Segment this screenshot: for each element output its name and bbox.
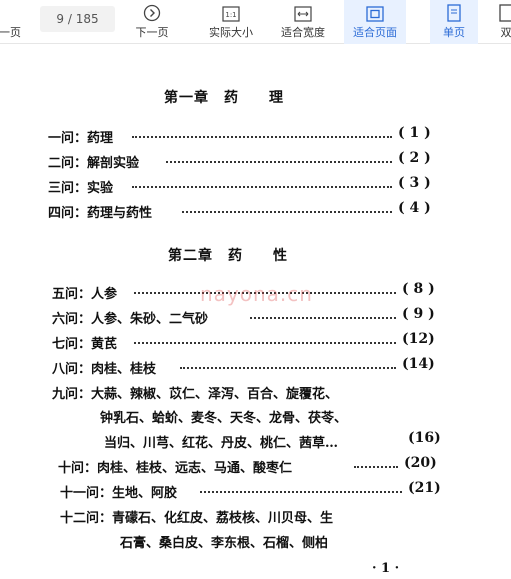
chapter-2-title: 第二章 药 性 — [168, 248, 288, 264]
fit-page-button[interactable]: 适合页面 — [344, 0, 406, 44]
toc-entry[interactable]: 三问：实验 — [48, 177, 113, 196]
next-page-button[interactable]: 下一页 — [128, 0, 176, 44]
page-footer-number: · 1 · — [372, 561, 400, 576]
actual-size-button[interactable]: 1:1 实际大小 — [202, 0, 260, 44]
leader-dots — [250, 317, 396, 319]
actual-size-label: 实际大小 — [209, 26, 253, 39]
entry-continuation: 钟乳石、蛤蚧、麦冬、天冬、龙骨、茯苓、 — [100, 411, 348, 426]
entry-continuation: 当归、川芎、红花、丹皮、桃仁、茜草… — [104, 436, 339, 451]
single-page-icon — [447, 4, 461, 22]
leader-dots — [132, 186, 392, 188]
double-page-label: 双 — [500, 26, 511, 39]
question-number: 五问： — [52, 287, 92, 302]
entry-title: 青礞石、化红皮、荔枝核、川贝母、生 — [112, 511, 334, 526]
question-number: 九问： — [52, 387, 92, 402]
single-page-label: 单页 — [443, 26, 465, 39]
entry-title: 药理 — [87, 131, 114, 146]
question-number: 七问： — [52, 337, 92, 352]
entry-title: 人参 — [91, 287, 118, 302]
question-number: 十一问： — [60, 486, 113, 501]
toc-entry[interactable]: 五问：人参 — [52, 283, 117, 302]
entry-continuation: 石膏、桑白皮、李东根、石榴、侧柏 — [120, 536, 329, 551]
prev-page-label: 一页 — [0, 26, 21, 39]
leader-dots — [132, 136, 392, 138]
fit-page-label: 适合页面 — [353, 26, 397, 39]
toc-entry[interactable]: 二问：解剖实验 — [48, 152, 139, 171]
prev-page-button[interactable]: 一页 — [0, 0, 24, 44]
page-ref: ( 1 ) — [398, 125, 431, 141]
leader-dots — [354, 466, 398, 468]
entry-title: 肉桂、桂枝 — [91, 362, 157, 377]
watermark: nayona.cn — [200, 282, 313, 306]
question-number: 六问： — [52, 312, 92, 327]
question-number: 一问： — [48, 131, 88, 146]
leader-dots — [180, 367, 396, 369]
entry-title: 人参、朱砂、二气砂 — [91, 312, 209, 327]
question-number: 十问： — [58, 461, 98, 476]
toolbar: 一页 9 / 185 下一页 1:1 实际大小 适合宽度 适合页面 单页 双 — [0, 0, 511, 44]
leader-dots — [134, 342, 396, 344]
toc-entry[interactable]: 八问：肉桂、桂枝 — [52, 358, 156, 377]
next-page-label: 下一页 — [135, 26, 169, 39]
leader-dots — [182, 211, 392, 213]
fit-width-label: 适合宽度 — [281, 26, 325, 39]
actual-size-icon-text: 1:1 — [225, 11, 236, 19]
page-ref: ( 4 ) — [398, 200, 431, 216]
leader-dots — [166, 161, 392, 163]
question-number: 十二问： — [60, 511, 113, 526]
fit-width-button[interactable]: 适合宽度 — [274, 0, 332, 44]
entry-title: 解剖实验 — [87, 156, 140, 171]
page-number-field[interactable]: 9 / 185 — [40, 6, 115, 32]
question-number: 二问： — [48, 156, 88, 171]
page-ref: (21) — [408, 480, 441, 496]
toc-entry[interactable]: 十二问：青礞石、化红皮、荔枝核、川贝母、生 — [60, 507, 333, 526]
page-ref: ( 8 ) — [402, 281, 435, 297]
actual-size-icon: 1:1 — [222, 6, 240, 22]
toc-entry[interactable]: 十一问：生地、阿胶 — [60, 482, 177, 501]
toc-entry[interactable]: 一问：药理 — [48, 127, 113, 146]
entry-title: 黄芪 — [91, 337, 118, 352]
entry-title: 大蒜、辣椒、苡仁、泽泻、百合、旋覆花、 — [91, 387, 339, 402]
chapter-1-title: 第一章 药 理 — [164, 90, 284, 106]
next-page-icon — [143, 4, 161, 22]
document-page: 第一章 药 理 一问：药理 ( 1 ) 二问：解剖实验 ( 2 ) 三问：实验 … — [0, 45, 511, 579]
question-number: 四问： — [48, 206, 88, 221]
page-ref: ( 9 ) — [402, 306, 435, 322]
leader-dots — [200, 491, 402, 493]
page-ref: ( 3 ) — [398, 175, 431, 191]
entry-title: 肉桂、桂枝、远志、马通、酸枣仁 — [97, 461, 293, 476]
entry-title: 药理与药性 — [87, 206, 153, 221]
current-page-value: 9 — [56, 12, 65, 26]
page-ref: ( 2 ) — [398, 150, 431, 166]
page-ref: (16) — [408, 430, 441, 446]
fit-page-icon — [366, 6, 384, 22]
single-page-button[interactable]: 单页 — [430, 0, 478, 44]
toc-entry[interactable]: 七问：黄芪 — [52, 333, 117, 352]
question-number: 三问： — [48, 181, 88, 196]
page-ref: (14) — [402, 356, 435, 372]
toc-entry[interactable]: 四问：药理与药性 — [48, 202, 152, 221]
entry-title: 实验 — [87, 181, 114, 196]
entry-title: 生地、阿胶 — [112, 486, 178, 501]
fit-width-icon — [294, 6, 312, 22]
toc-entry[interactable]: 六问：人参、朱砂、二气砂 — [52, 308, 208, 327]
question-number: 八问： — [52, 362, 92, 377]
double-page-icon — [499, 4, 511, 22]
total-pages-value: / 185 — [67, 12, 99, 26]
toc-entry[interactable]: 九问：大蒜、辣椒、苡仁、泽泻、百合、旋覆花、 — [52, 383, 338, 402]
page-ref: (12) — [402, 331, 435, 347]
double-page-button[interactable]: 双 — [496, 0, 511, 44]
toc-entry[interactable]: 十问：肉桂、桂枝、远志、马通、酸枣仁 — [58, 457, 292, 476]
page-ref: (20) — [404, 455, 437, 471]
